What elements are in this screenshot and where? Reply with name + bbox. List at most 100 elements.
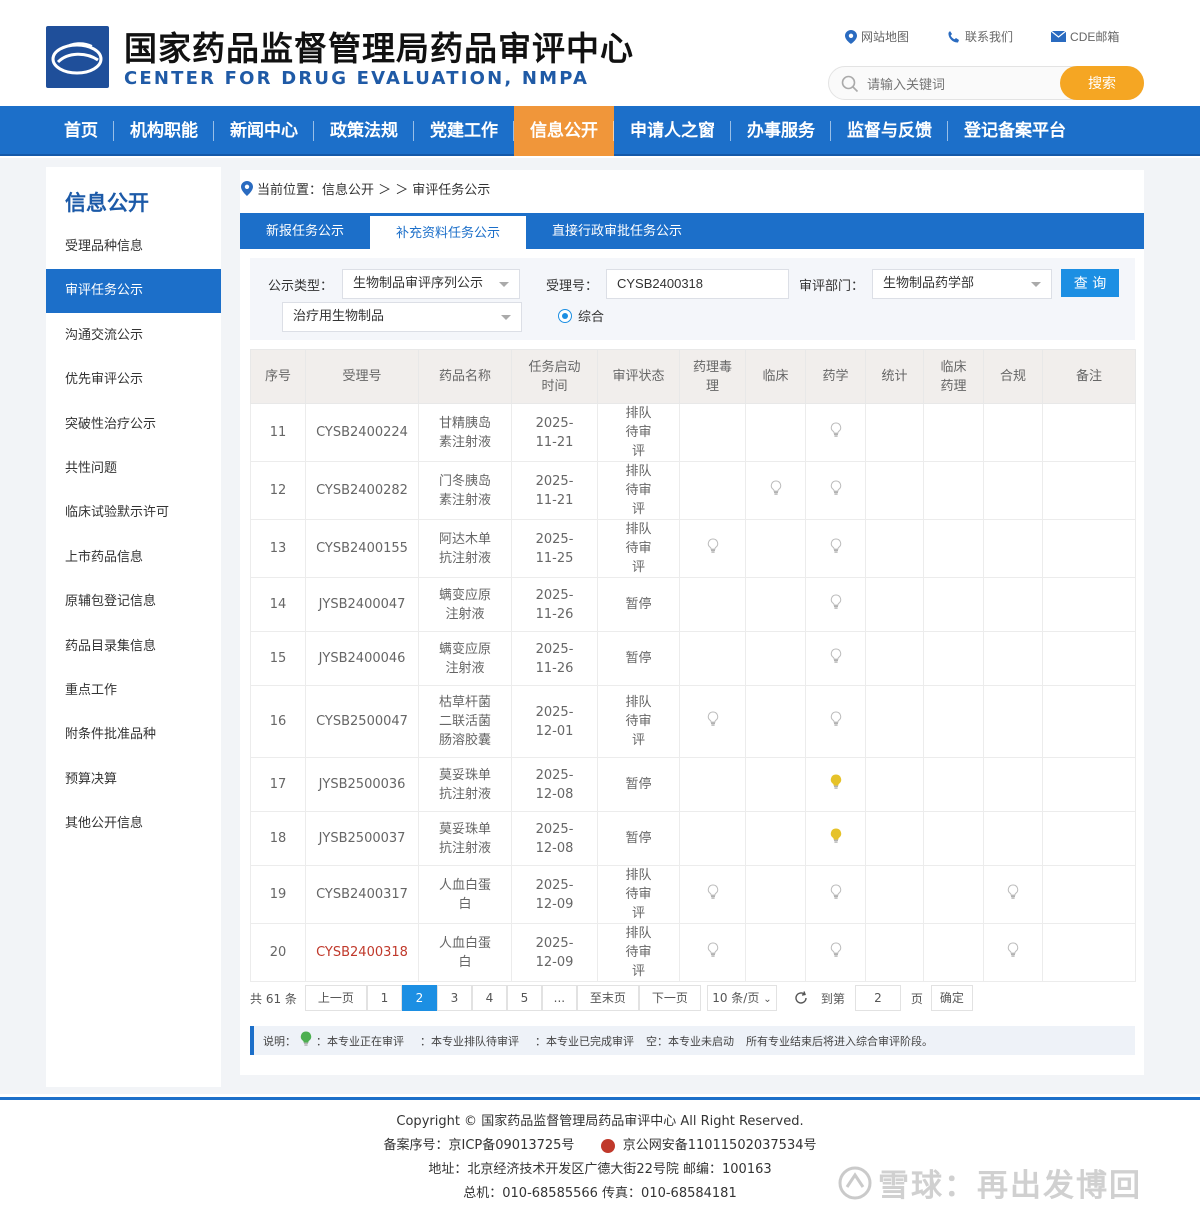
specialty-cmc-cell: [805, 865, 866, 924]
note-cell: [1042, 631, 1136, 686]
type-select[interactable]: 生物制品审评序列公示: [342, 269, 520, 299]
specialty-pharm-cell: [679, 923, 746, 982]
page-button-4[interactable]: 5: [506, 985, 542, 1011]
sidebar-item-11[interactable]: 附条件批准品种: [46, 713, 221, 757]
tab-direct-approval[interactable]: 直接行政审批任务公示: [526, 213, 708, 249]
specialty-clinical-cell: [745, 685, 806, 758]
nav-item-5[interactable]: 信息公开: [514, 106, 614, 156]
cde-logo[interactable]: [46, 26, 109, 88]
column-header-4: 审评状态: [597, 349, 680, 404]
note-cell: [1042, 757, 1136, 812]
site-header: 国家药品监督管理局药品审评中心 CENTER FOR DRUG EVALUATI…: [0, 0, 1200, 106]
sidebar-item-8[interactable]: 原辅包登记信息: [46, 580, 221, 624]
sidebar-item-6[interactable]: 临床试验默示许可: [46, 491, 221, 535]
search-input[interactable]: [867, 73, 1077, 95]
specialty-cmc-cell: [805, 811, 866, 866]
tab-bar: 新报任务公示 补充资料任务公示 直接行政审批任务公示: [240, 213, 1144, 249]
type-select-value: 生物制品审评序列公示: [353, 276, 484, 291]
nav-item-8[interactable]: 监督与反馈: [831, 106, 948, 156]
sidebar-item-4[interactable]: 突破性治疗公示: [46, 403, 221, 447]
specialty-comp-cell: [983, 923, 1043, 982]
comprehensive-radio[interactable]: 综合: [558, 306, 604, 325]
refresh-icon[interactable]: [793, 990, 809, 1006]
query-button[interactable]: 查 询: [1061, 269, 1119, 297]
site-map-link[interactable]: 网站地图: [845, 28, 909, 45]
page-size-select[interactable]: 10 条/页 ⌄: [706, 985, 777, 1011]
accept-input[interactable]: CYSB2400318: [606, 269, 789, 299]
page-button-0[interactable]: 1: [366, 985, 402, 1011]
specialty-pharm-cell: [679, 865, 746, 924]
accept-number: CYSB2500047: [305, 685, 419, 758]
task-start-date: 2025-12-01: [511, 685, 598, 758]
tab-new-task[interactable]: 新报任务公示: [240, 213, 370, 249]
table-row[interactable]: 19 CYSB2400317 人血白蛋白 2025-12-09 排队待审评: [250, 865, 1136, 924]
nav-item-6[interactable]: 申请人之窗: [614, 106, 731, 156]
site-title: 国家药品监督管理局药品审评中心: [124, 29, 634, 68]
nav-item-1[interactable]: 机构职能: [114, 106, 214, 156]
specialty-cp-cell: [923, 865, 984, 924]
bulb-done-icon: [830, 479, 842, 502]
sidebar-item-0[interactable]: 受理品种信息: [46, 225, 221, 269]
sidebar-item-2[interactable]: 沟通交流公示: [46, 314, 221, 358]
table-row[interactable]: 11 CYSB2400224 甘精胰岛素注射液 2025-11-21 排队待审评: [250, 403, 1136, 462]
nav-item-0[interactable]: 首页: [48, 106, 114, 156]
nav-item-3[interactable]: 政策法规: [314, 106, 414, 156]
specialty-pharm-cell: [679, 811, 746, 866]
review-status: 排队待审评: [597, 461, 680, 520]
task-start-date: 2025-11-25: [511, 519, 598, 578]
sidebar-item-1[interactable]: 审评任务公示: [46, 269, 221, 314]
sidebar-item-7[interactable]: 上市药品信息: [46, 536, 221, 580]
specialty-comp-cell: [983, 811, 1043, 866]
footer-police[interactable]: 京公网安备11011502037534号: [623, 1138, 817, 1153]
footer-icp[interactable]: 备案序号：京ICP备09013725号: [384, 1138, 575, 1153]
task-start-date: 2025-12-09: [511, 865, 598, 924]
table-row[interactable]: 20 CYSB2400318 人血白蛋白 2025-12-09 排队待审评: [250, 923, 1136, 982]
nav-item-4[interactable]: 党建工作: [414, 106, 514, 156]
table-row[interactable]: 15 JYSB2400046 螨变应原注射液 2025-11-26 暂停: [250, 631, 1136, 686]
drug-name: 阿达木单抗注射液: [418, 519, 512, 578]
contact-link[interactable]: 联系我们: [947, 28, 1013, 45]
sidebar-item-3[interactable]: 优先审评公示: [46, 358, 221, 402]
dept-select[interactable]: 生物制品药学部: [872, 269, 1052, 299]
task-start-date: 2025-12-08: [511, 757, 598, 812]
sidebar-item-12[interactable]: 预算决算: [46, 758, 221, 802]
sidebar-item-13[interactable]: 其他公开信息: [46, 802, 221, 846]
specialty-comp-cell: [983, 685, 1043, 758]
prev-page-button[interactable]: 上一页: [304, 985, 367, 1011]
table-row[interactable]: 17 JYSB2500036 莫妥珠单抗注射液 2025-12-08 暂停: [250, 757, 1136, 812]
subtype-select[interactable]: 治疗用生物制品: [282, 302, 522, 332]
nav-item-7[interactable]: 办事服务: [731, 106, 831, 156]
page-button-3[interactable]: 4: [471, 985, 507, 1011]
goto-confirm-button[interactable]: 确定: [930, 985, 973, 1011]
note-cell: [1042, 811, 1136, 866]
goto-page-input[interactable]: 2: [854, 985, 901, 1011]
table-row[interactable]: 12 CYSB2400282 门冬胰岛素注射液 2025-11-21 排队待审评: [250, 461, 1136, 520]
nav-item-2[interactable]: 新闻中心: [214, 106, 314, 156]
nav-item-9[interactable]: 登记备案平台: [948, 106, 1082, 156]
page-button-2[interactable]: 3: [436, 985, 472, 1011]
last-page-button[interactable]: 至末页: [576, 985, 639, 1011]
watermark: 雪球：再出发博回: [838, 1160, 1142, 1205]
page-button-1[interactable]: 2: [401, 985, 437, 1011]
breadcrumb-path[interactable]: 当前位置：信息公开 ＞ ＞: [257, 179, 408, 198]
next-page-button[interactable]: 下一页: [638, 985, 701, 1011]
page-size-value: 10 条/页: [712, 991, 760, 1005]
search-button[interactable]: 搜索: [1060, 66, 1144, 100]
cde-mail-link[interactable]: CDE邮箱: [1051, 28, 1119, 45]
page-unit-label: 页: [910, 991, 923, 1006]
sidebar-item-5[interactable]: 共性问题: [46, 447, 221, 491]
table-row[interactable]: 16 CYSB2500047 枯草杆菌二联活菌肠溶胶囊 2025-12-01 排队待审评: [250, 685, 1136, 758]
table-row[interactable]: 14 JYSB2400047 螨变应原注射液 2025-11-26 暂停: [250, 577, 1136, 632]
sidebar-item-10[interactable]: 重点工作: [46, 669, 221, 713]
tab-supplement-task[interactable]: 补充资料任务公示: [370, 215, 527, 249]
drug-name: 门冬胰岛素注射液: [418, 461, 512, 520]
type-label: 公示类型：: [268, 279, 334, 294]
table-row[interactable]: 18 JYSB2500037 莫妥珠单抗注射液 2025-12-08 暂停: [250, 811, 1136, 866]
table-row[interactable]: 13 CYSB2400155 阿达木单抗注射液 2025-11-25 排队待审评: [250, 519, 1136, 578]
specialty-clinical-cell: [745, 811, 806, 866]
bulb-done-icon: [830, 883, 842, 906]
search-box: 搜索: [828, 66, 1144, 100]
footer-record: 备案序号：京ICP备09013725号 京公网安备11011502037534号: [0, 1134, 1200, 1158]
page-button-5[interactable]: ...: [541, 985, 577, 1011]
sidebar-item-9[interactable]: 药品目录集信息: [46, 625, 221, 669]
